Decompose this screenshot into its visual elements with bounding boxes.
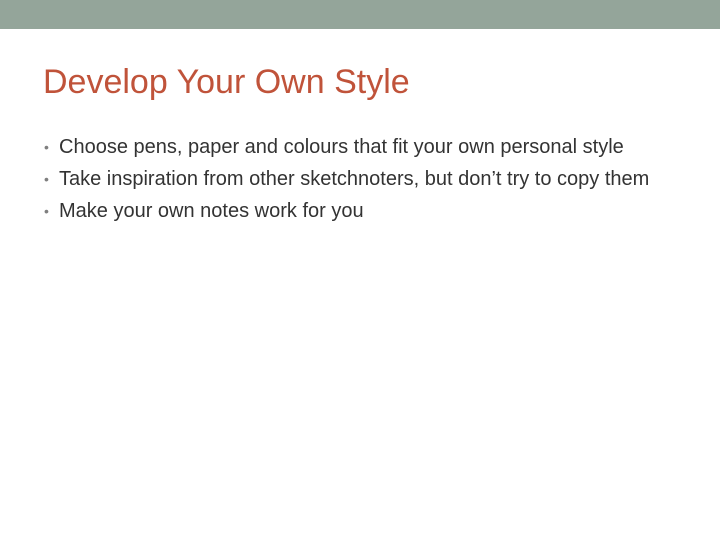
bullet-item: • Make your own notes work for you (44, 195, 684, 227)
top-accent-band (0, 0, 720, 29)
slide: Develop Your Own Style • Choose pens, pa… (0, 0, 720, 540)
slide-title: Develop Your Own Style (43, 63, 410, 101)
bullet-text: Make your own notes work for you (59, 200, 364, 222)
bullet-marker-icon: • (44, 139, 49, 155)
bullet-text: Take inspiration from other sketchnoters… (59, 168, 650, 190)
bullet-item: • Choose pens, paper and colours that fi… (44, 131, 684, 163)
bullet-text: Choose pens, paper and colours that fit … (59, 136, 624, 158)
bullet-marker-icon: • (44, 171, 49, 187)
bullet-marker-icon: • (44, 203, 49, 219)
bullet-list: • Choose pens, paper and colours that fi… (44, 131, 684, 227)
bullet-item: • Take inspiration from other sketchnote… (44, 163, 684, 195)
